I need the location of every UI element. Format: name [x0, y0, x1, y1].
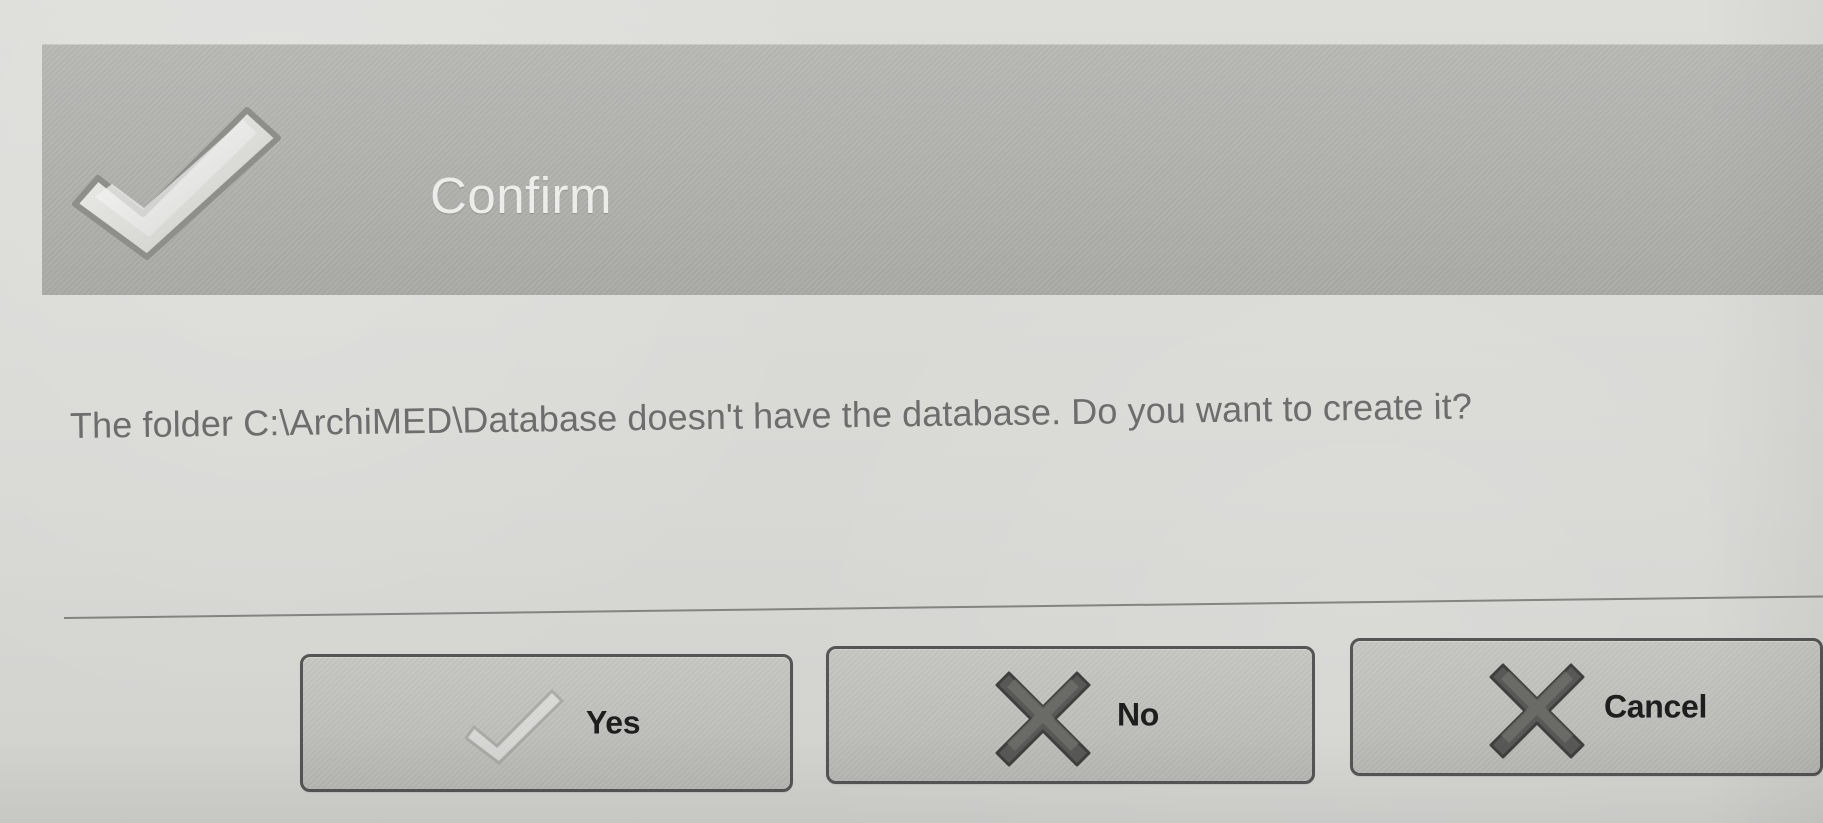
cancel-button[interactable]: Cancel [1350, 638, 1823, 776]
dialog-divider [63, 595, 1823, 619]
yes-button-label: Yes [586, 704, 641, 741]
x-icon [1489, 663, 1585, 759]
cancel-button-label: Cancel [1604, 688, 1708, 725]
dialog-message: The folder C:\ArchiMED\Database doesn't … [69, 385, 1473, 446]
no-button[interactable]: No [826, 646, 1315, 784]
yes-button[interactable]: Yes [300, 654, 793, 792]
screen: Confirm The folder C:\ArchiMED\Database … [0, 0, 1823, 823]
no-button-label: No [1117, 696, 1160, 733]
confirm-dialog: Confirm The folder C:\ArchiMED\Database … [0, 0, 1823, 823]
checkmark-icon [72, 107, 281, 260]
dialog-title: Confirm [430, 167, 613, 224]
x-icon [995, 671, 1091, 767]
dialog-header: Confirm [42, 44, 1823, 295]
checkmark-icon [465, 688, 565, 765]
